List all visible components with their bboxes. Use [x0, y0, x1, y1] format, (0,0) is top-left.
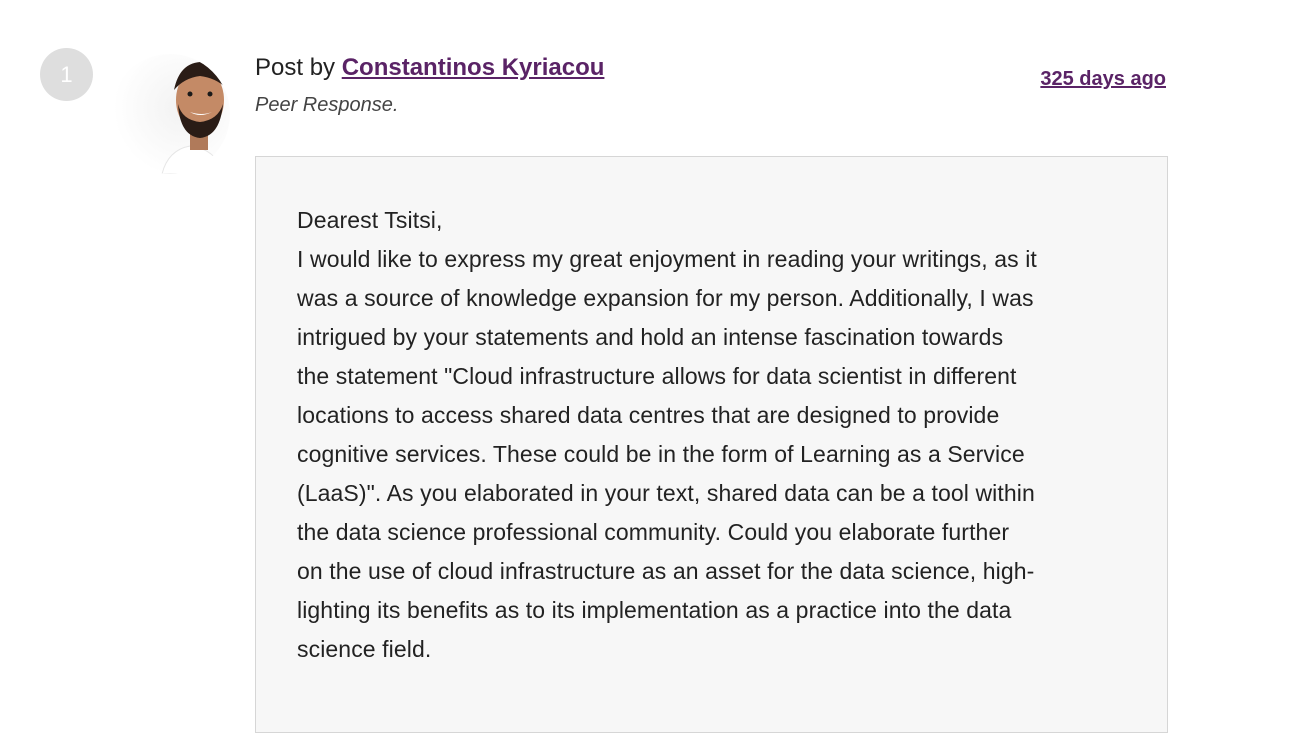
message-line: I would like to express my great enjoyme… — [297, 246, 1037, 272]
post-subtitle: Peer Response. — [255, 94, 399, 116]
message-line: was a source of knowledge expansion for … — [297, 285, 1034, 311]
post-number-badge: 1 — [40, 48, 93, 101]
message-line: (LaaS)". As you elaborated in your text,… — [297, 480, 1035, 506]
post-by-label: Post by — [255, 54, 342, 81]
greeting-line: Dearest Tsitsi, — [297, 207, 443, 233]
message-line: the data science professional community.… — [297, 519, 1010, 545]
post-time-link[interactable]: 325 days ago — [1040, 66, 1166, 92]
avatar[interactable] — [110, 54, 230, 174]
message-line: science field. — [297, 636, 432, 662]
forum-post: 1 Post by Constantinos Kyriacou Peer Res… — [0, 0, 1316, 756]
message-body: Dearest Tsitsi, I would like to express … — [255, 156, 1168, 733]
author-link[interactable]: Constantinos Kyriacou — [342, 54, 605, 81]
post-header: Post by Constantinos Kyriacou — [255, 52, 604, 84]
message-line: lighting its benefits as to its implemen… — [297, 597, 1012, 623]
user-portrait-icon — [161, 61, 227, 174]
message-line: intrigued by your statements and hold an… — [297, 324, 1004, 350]
message-line: cognitive services. These could be in th… — [297, 441, 1025, 467]
message-line: on the use of cloud infrastructure as an… — [297, 558, 1035, 584]
message-line: the statement "Cloud infrastructure allo… — [297, 363, 1017, 389]
message-line: locations to access shared data centres … — [297, 402, 1000, 428]
